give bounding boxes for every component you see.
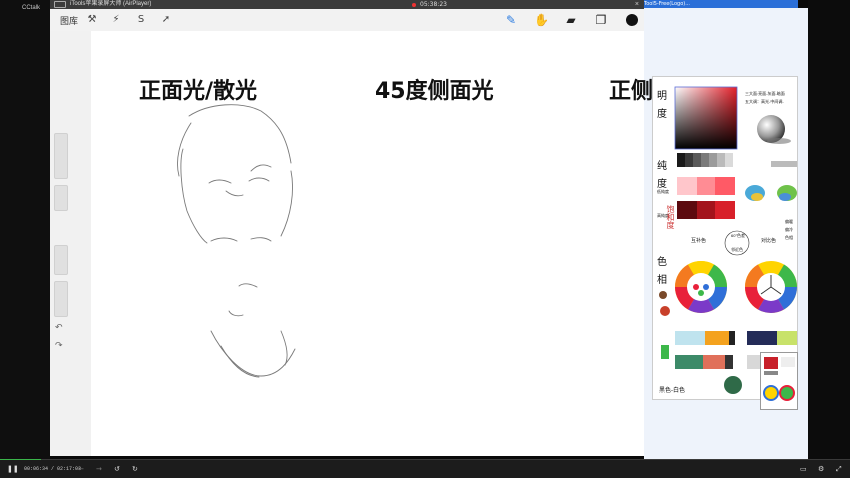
- screen: CCtalk Tool5-Free(Logo)... iTools苹果录屏大师 …: [0, 0, 850, 478]
- airplayer-window: iTools苹果录屏大师 (AirPlayer) × 05:38:23 图库 ⚒…: [50, 0, 653, 456]
- cctalk-left-panel: [0, 0, 50, 460]
- rewind-icon[interactable]: ↺: [114, 463, 120, 475]
- brush-size-slider-lower[interactable]: [54, 185, 68, 211]
- redo-icon[interactable]: ↷: [55, 341, 63, 351]
- airplayer-titlebar[interactable]: iTools苹果录屏大师 (AirPlayer) ×: [50, 0, 644, 9]
- magic-wand-icon[interactable]: ⚡: [110, 14, 122, 26]
- cctalk-brand: CCtalk: [22, 5, 41, 11]
- mini-thumbnail-graphic: [763, 357, 795, 401]
- record-dot-icon: [412, 2, 416, 7]
- ring-note-60: 60°色差: [731, 233, 746, 238]
- transform-icon[interactable]: ➚: [160, 14, 172, 26]
- wrench-icon[interactable]: ⚒: [86, 14, 98, 26]
- eraser-icon[interactable]: ▰: [564, 13, 578, 27]
- complement-label: 互补色: [691, 238, 707, 244]
- vert-note-warm: 偏暖: [785, 219, 793, 224]
- smudge-icon[interactable]: ✋: [534, 13, 549, 27]
- video-player-bar: [0, 460, 850, 478]
- playback-time: 00:06:34 / 02:17:03: [24, 466, 82, 472]
- layers-icon[interactable]: ❐: [594, 13, 608, 27]
- pause-icon[interactable]: ❚❚: [7, 463, 19, 475]
- vert-note-hue: 色相: [785, 235, 793, 240]
- side-app-title: Tool5-Free(Logo)...: [644, 1, 690, 7]
- brush-size-slider[interactable]: [54, 133, 68, 179]
- red-note-saturation: 饱和度: [666, 205, 675, 229]
- undo-icon[interactable]: ↶: [55, 323, 63, 333]
- cctalk-right-panel: [808, 0, 850, 460]
- color-picker-button[interactable]: [626, 14, 638, 26]
- subtitle-icon[interactable]: ▭: [800, 463, 807, 475]
- procreate-toolbar: 图库 ⚒ ⚡ S ➚ ✎ ✋ ▰ ❐: [50, 9, 644, 31]
- fullscreen-icon[interactable]: ⤢: [836, 463, 842, 475]
- close-icon[interactable]: ×: [635, 0, 639, 9]
- contrast-label: 对比色: [761, 238, 777, 244]
- gallery-button[interactable]: 图库: [60, 14, 78, 27]
- settings-gear-icon[interactable]: ⚙: [818, 463, 824, 475]
- vert-note-cool: 偏冷: [785, 227, 793, 232]
- note-low-saturation: 低纯度: [657, 189, 669, 194]
- canvas-gutter: ↶ ↷: [50, 31, 91, 456]
- recording-time: 05:38:23: [420, 1, 447, 8]
- brush-icon[interactable]: ✎: [504, 13, 518, 27]
- mini-reference-thumbnail[interactable]: [760, 352, 798, 410]
- heading-front-light: 正面光/散光: [139, 79, 258, 104]
- ring-note-adjacent: 邻近色: [731, 247, 743, 252]
- previous-icon[interactable]: ←: [78, 463, 84, 475]
- drawing-canvas[interactable]: 正面光/散光 45度侧面光 正侧: [91, 31, 653, 456]
- forward-icon[interactable]: ↻: [132, 463, 138, 475]
- heading-profile-light: 正侧: [609, 79, 654, 104]
- opacity-slider[interactable]: [54, 245, 68, 275]
- heading-45-side-light: 45度侧面光: [375, 79, 494, 104]
- black-white-label: 黑色-白色: [659, 388, 685, 394]
- airplayer-app-icon: [54, 1, 66, 8]
- next-icon[interactable]: →: [96, 463, 102, 475]
- airplayer-title: iTools苹果录屏大师 (AirPlayer): [70, 1, 152, 7]
- side-app-titlebar[interactable]: Tool5-Free(Logo)...: [644, 0, 798, 8]
- selection-icon[interactable]: S: [135, 14, 147, 26]
- opacity-slider-lower[interactable]: [54, 281, 68, 317]
